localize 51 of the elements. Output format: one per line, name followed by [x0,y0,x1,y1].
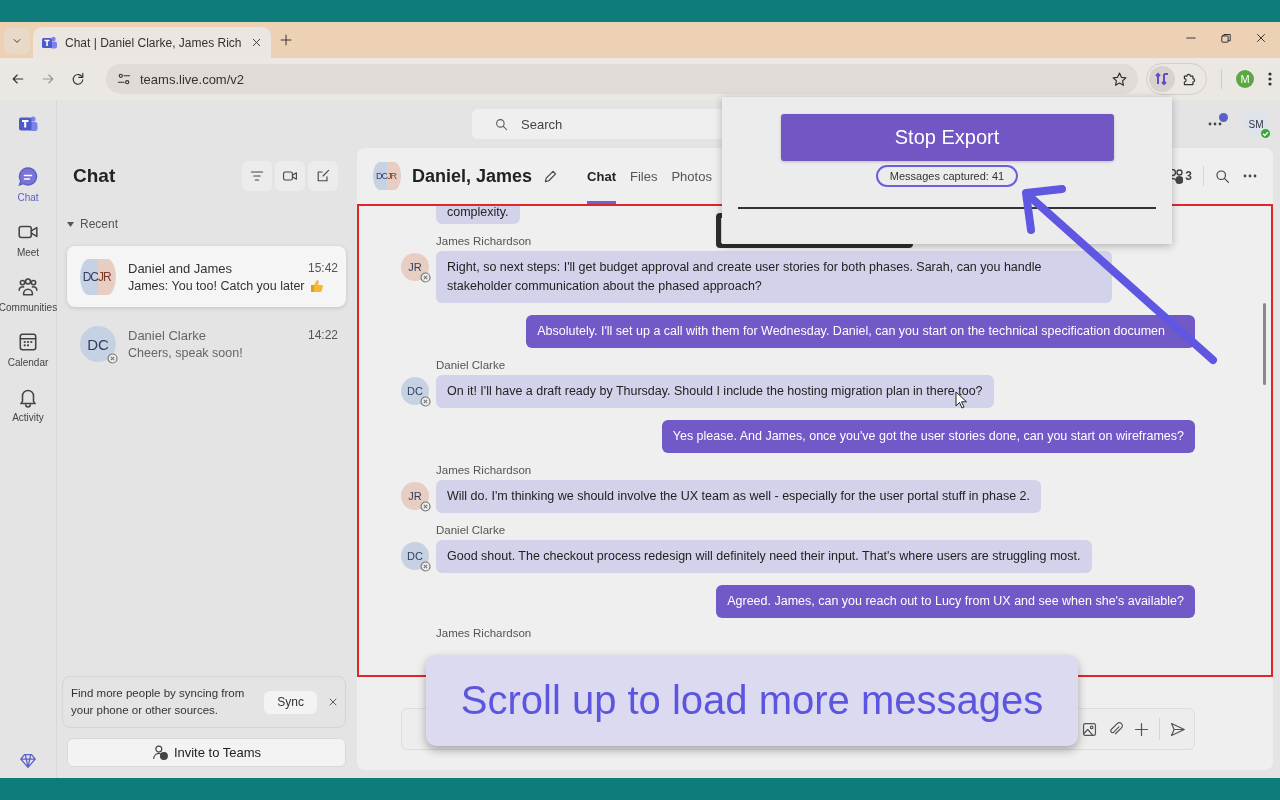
rail-item[interactable]: Meet [0,219,56,258]
avatar-half: JR [98,258,116,295]
message-bubble: Absolutely. I'll set up a call with them for Wednesday. Daniel, can you start on the technical specification documen [526,315,1195,348]
stop-export-button[interactable]: Stop Export [780,114,1114,161]
avatar-half: JR [387,162,401,190]
message-bubble: Will do. I'm thinking we should involve the UX team as well - especially for the user portal stuff in phase 2. [436,480,1041,513]
timestamp: 14:22 [307,328,338,343]
section-header[interactable]: Recent [57,204,357,232]
browser-tab[interactable]: Chat | Daniel Clarke, James Rich [33,27,271,58]
avatar: JR [401,482,429,510]
sender-name: James Richardson [436,627,533,639]
chat-name: Daniel Clarke [128,328,207,343]
message-bubble: On it! I'll have a draft ready by Thursday. Should I include the hosting migration plan in there too? [436,375,994,408]
participants-button[interactable]: 3 [1167,168,1192,184]
user-avatar[interactable]: SM [1244,112,1268,136]
rail-item[interactable]: Activity [0,384,56,423]
message-bubble: Agreed. James, can you reach out to Lucy from UX and see when she's available? [716,585,1195,618]
sender-name: James Richardson [436,464,533,478]
avatar: DC [401,542,429,570]
avatar-half: DC [80,258,98,295]
sync-button[interactable]: Sync [264,690,317,714]
address-bar[interactable]: teams.live.com/v2 [106,64,1138,94]
invite-button[interactable]: Invite to Teams [67,738,346,767]
chat-title: Daniel, James [412,165,533,187]
capture-count: Messages captured: 41 [875,165,1019,187]
rail-item[interactable]: Calendar [0,329,56,368]
message-bubble: complexity. [436,204,520,224]
sender-name: Daniel Clarke [436,359,507,373]
tab[interactable]: Files [629,148,658,204]
avatar: DC [401,377,429,405]
message-bubble: Yes please. And James, once you've got the user stories done, can you start on wireframes? [661,420,1195,453]
message-bubble: Right, so next steps: I'll get budget approval and create user stories for both phases. Sarah, can you handle stakeholder communication about the phased approach? [436,251,1112,303]
sync-message: Find more people by syncing from your phone or other sources. [71,686,246,718]
hint-tooltip: Scroll up to load more messages [426,655,1078,746]
rail-item[interactable]: Chat [0,164,56,203]
message-preview: Cheers, speak soon! [128,346,243,360]
chat-name: Daniel and James [128,260,233,276]
message-preview: James: You too! Catch you later [128,278,305,293]
avatar-half: DC [373,162,387,190]
timestamp: 15:42 [307,260,338,276]
rail-item[interactable]: Communities [0,274,56,313]
sender-name: Daniel Clarke [436,524,507,538]
chat-list-item[interactable]: DC Daniel Clarke 14:22 Cheers, speak soon! [67,315,346,373]
avatar: DC [80,326,116,362]
sender-name: James Richardson [436,235,533,249]
chat-list-item[interactable]: DCJR Daniel and James 15:42 James: You too! Catch you later [67,246,346,307]
tab[interactable]: Chat [587,148,616,204]
avatar: JR [401,253,429,281]
panel-title: Chat [73,165,117,187]
tab[interactable]: Photos [671,148,712,204]
message-bubble: Good shout. The checkout process redesign will definitely need their input. That's where users are struggling most. [436,540,1092,573]
